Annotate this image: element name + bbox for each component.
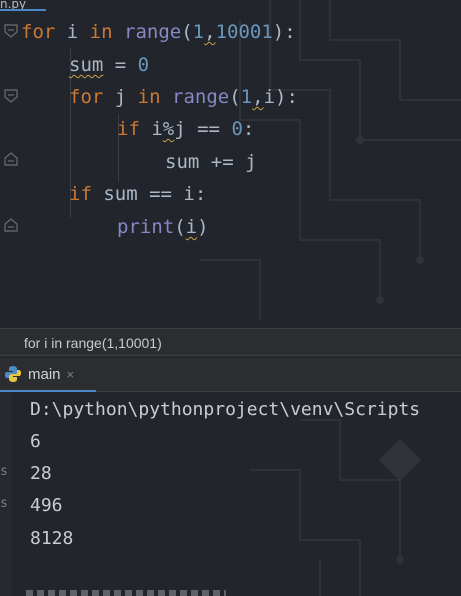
console-line: 6 — [30, 431, 41, 452]
code-token: ( — [174, 216, 186, 238]
code-token: j == — [174, 118, 232, 140]
truncated-output-line — [26, 590, 226, 596]
code-line[interactable]: print(i) — [117, 211, 209, 243]
code-line[interactable]: if sum == i: — [69, 178, 206, 210]
code-token: i — [263, 86, 276, 108]
code-token: i — [139, 118, 163, 140]
console-gutter: s s — [0, 392, 12, 596]
code-token: in — [89, 21, 113, 43]
code-token: i — [55, 21, 90, 43]
python-icon — [5, 366, 21, 382]
fold-open-icon[interactable] — [4, 89, 18, 103]
code-token: i — [185, 216, 198, 238]
code-token: , — [252, 86, 264, 108]
fold-close-icon[interactable] — [4, 218, 18, 232]
code-token: 1 — [192, 21, 205, 43]
code-token: 10001 — [215, 21, 273, 43]
run-tab-bar: main × — [0, 358, 461, 392]
code-token: in — [137, 86, 161, 108]
code-token: ( — [181, 21, 193, 43]
code-token: ): — [272, 21, 296, 43]
code-token: if — [117, 118, 140, 140]
code-line[interactable]: if i%j == 0: — [117, 113, 254, 145]
code-editor[interactable]: for i in range(1,10001): sum = 0 for j in … — [0, 12, 461, 327]
code-token: % — [162, 118, 175, 140]
console-line: 8128 — [30, 528, 74, 549]
code-token: 0 — [231, 118, 243, 140]
code-token: : — [242, 118, 255, 140]
code-token: , — [204, 21, 216, 43]
console-line: 496 — [30, 495, 63, 516]
code-token: 0 — [137, 54, 150, 76]
console-output[interactable]: s s D:\python\pythonproject\venv\Scripts… — [0, 392, 461, 596]
breadcrumb[interactable]: for i in range(1,10001) — [0, 328, 461, 356]
code-token: ( — [229, 86, 241, 108]
code-token: sum == i: — [91, 183, 207, 205]
code-line[interactable]: for j in range(1,i): — [69, 81, 298, 113]
run-tab-label: main — [28, 365, 61, 383]
code-token: for — [69, 86, 104, 108]
code-line[interactable]: sum += j — [165, 146, 257, 178]
gutter-glyph: s — [0, 496, 8, 511]
close-icon[interactable]: × — [67, 367, 75, 382]
fold-open-icon[interactable] — [4, 24, 18, 38]
editor-gutter — [0, 12, 20, 327]
code-token: range — [172, 86, 230, 108]
code-token: = — [103, 54, 138, 76]
code-token: 1 — [240, 86, 253, 108]
code-token: ): — [275, 86, 298, 108]
code-token: ) — [197, 216, 209, 238]
code-token: sum += j — [165, 151, 257, 173]
console-line: D:\python\pythonproject\venv\Scripts — [30, 399, 421, 420]
code-token: j — [103, 86, 138, 108]
code-token: print — [117, 216, 175, 238]
console-line: 28 — [30, 463, 52, 484]
breadcrumb-text: for i in range(1,10001) — [24, 335, 162, 351]
active-tab-indicator — [0, 9, 46, 11]
code-token: range — [124, 21, 182, 43]
fold-close-icon[interactable] — [4, 152, 18, 166]
run-tab-main[interactable]: main × — [4, 358, 74, 390]
code-token: if — [69, 183, 92, 205]
code-line[interactable]: for i in range(1,10001): — [21, 16, 296, 48]
code-line[interactable]: sum = 0 — [69, 49, 149, 81]
code-token: sum — [69, 54, 104, 76]
gutter-glyph: s — [0, 464, 8, 479]
code-token: for — [21, 21, 56, 43]
